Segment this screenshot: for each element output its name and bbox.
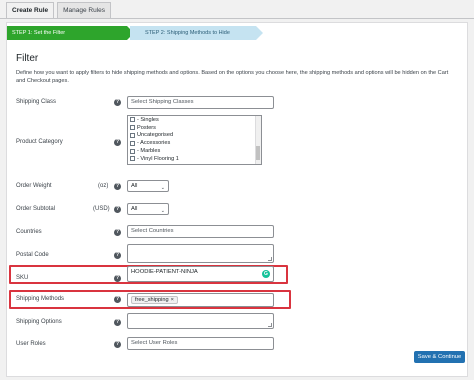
selected-tag: free_shipping ×: [131, 296, 178, 304]
question-circle-icon[interactable]: ?: [114, 99, 121, 106]
shipping-options-label: Shipping Options: [16, 319, 62, 325]
scrollbar[interactable]: [255, 116, 261, 164]
chevron-down-icon: ⌄: [160, 185, 165, 191]
question-circle-icon[interactable]: ?: [114, 252, 121, 259]
order-subtotal-unit: (USD): [93, 206, 110, 212]
list-item[interactable]: - Vinyl Flooring 1: [128, 155, 261, 163]
question-circle-icon[interactable]: ?: [114, 319, 121, 326]
order-subtotal-select[interactable]: All ⌄: [127, 203, 169, 215]
filter-heading: Filter: [16, 53, 39, 64]
question-circle-icon[interactable]: ?: [114, 183, 121, 190]
checkbox[interactable]: [130, 140, 135, 146]
save-continue-button[interactable]: Save & Continue: [414, 351, 465, 363]
countries-label: Countries: [16, 229, 42, 235]
question-circle-icon[interactable]: ?: [114, 341, 121, 348]
shipping-methods-select[interactable]: free_shipping ×: [127, 293, 274, 307]
question-circle-icon[interactable]: ?: [114, 296, 121, 303]
order-subtotal-label: Order Subtotal: [16, 206, 56, 212]
scrollbar-thumb[interactable]: [256, 146, 260, 160]
checkbox[interactable]: [130, 156, 135, 162]
shipping-options-field[interactable]: [127, 313, 274, 329]
list-item[interactable]: - Singles: [128, 116, 261, 124]
order-weight-label: Order Weight: [16, 183, 52, 189]
countries-select[interactable]: Select Countries: [127, 225, 274, 238]
checkbox[interactable]: [130, 148, 135, 154]
shipping-methods-label: Shipping Methods: [16, 296, 65, 302]
checkbox[interactable]: [130, 125, 135, 131]
checkbox[interactable]: [130, 132, 135, 138]
grammarly-icon[interactable]: G: [262, 270, 270, 278]
list-item[interactable]: Posters: [128, 124, 261, 132]
order-weight-select[interactable]: All ⌄: [127, 180, 169, 192]
tab-divider: [0, 18, 474, 19]
close-icon[interactable]: ×: [171, 297, 174, 303]
postal-code-label: Postal Code: [16, 252, 49, 258]
question-circle-icon[interactable]: ?: [114, 229, 121, 236]
postal-code-field[interactable]: [127, 244, 274, 263]
user-roles-select[interactable]: Select User Roles: [127, 337, 274, 350]
order-weight-unit: (oz): [98, 183, 109, 189]
chevron-down-icon: ⌄: [160, 208, 165, 214]
question-circle-icon[interactable]: ?: [114, 275, 121, 282]
list-item[interactable]: Uncategorised: [128, 132, 261, 140]
step-progress: STEP 1: Set the Filter STEP 2: Shipping …: [7, 26, 307, 40]
question-circle-icon[interactable]: ?: [114, 206, 121, 213]
tab-create-rule[interactable]: Create Rule: [6, 2, 55, 18]
shipping-class-label: Shipping Class: [16, 99, 57, 105]
question-circle-icon[interactable]: ?: [114, 139, 121, 146]
list-item[interactable]: - Marbles: [128, 147, 261, 155]
step-1[interactable]: STEP 1: Set the Filter: [7, 26, 134, 40]
rule-panel: STEP 1: Set the Filter STEP 2: Shipping …: [6, 22, 468, 377]
checkbox[interactable]: [130, 117, 135, 123]
resize-handle[interactable]: [268, 257, 272, 261]
product-category-list[interactable]: - Singles Posters Uncategorised - Access…: [127, 115, 262, 165]
step-2[interactable]: STEP 2: Shipping Methods to Hide: [130, 26, 263, 40]
product-category-label: Product Category: [16, 139, 63, 145]
resize-handle[interactable]: [268, 323, 272, 327]
sku-field[interactable]: HOODIE-PATIENT-NINJA G: [127, 266, 274, 282]
user-roles-label: User Roles: [16, 341, 46, 347]
shipping-class-select[interactable]: Select Shipping Classes: [127, 96, 274, 109]
tab-bar: Create Rule Manage Rules: [6, 2, 114, 18]
list-item[interactable]: - Accessories: [128, 139, 261, 147]
sku-label: SKU: [16, 275, 29, 281]
filter-description: Define how you want to apply filters to …: [16, 70, 449, 84]
tab-manage-rules[interactable]: Manage Rules: [57, 2, 112, 18]
